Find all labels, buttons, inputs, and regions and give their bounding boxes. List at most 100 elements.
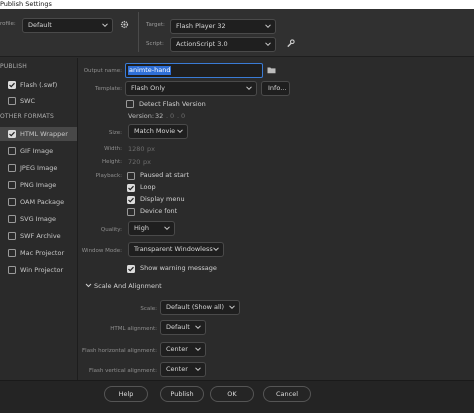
sidebar-item-mac-projector[interactable]: Mac Projector: [0, 246, 77, 260]
info-button[interactable]: Info...: [261, 81, 290, 96]
checkbox-checked[interactable]: [8, 81, 16, 89]
script-value: ActionScript 3.0: [176, 40, 228, 48]
quality-value: High: [134, 224, 149, 232]
chevron-down-icon: [102, 22, 108, 28]
window-title: Publish Settings: [0, 0, 474, 9]
flash-horizontal-alignment-value: Center: [166, 345, 188, 353]
sidebar-item-oam-package[interactable]: OAM Package: [0, 195, 77, 209]
size-dropdown[interactable]: Match Movie: [128, 124, 188, 139]
target-dropdown[interactable]: Flash Player 32: [170, 19, 276, 34]
playback-label: Playback:: [95, 173, 122, 179]
size-value: Match Movie: [134, 127, 176, 135]
format-sidebar: PUBLISH Flash (.swf) SWC OTHER FORMATS H…: [0, 58, 78, 380]
chevron-down-icon[interactable]: [85, 282, 92, 289]
cancel-button[interactable]: Cancel: [263, 386, 311, 402]
version-revision[interactable]: 0: [181, 112, 185, 120]
sidebar-item-jpeg-image[interactable]: JPEG Image: [0, 161, 77, 175]
scale-label: Scale:: [140, 306, 157, 312]
flash-vertical-alignment-dropdown[interactable]: Center: [160, 362, 206, 377]
html-alignment-value: Default: [166, 323, 190, 331]
sidebar-item-label: SVG Image: [20, 215, 57, 223]
window-mode-dropdown[interactable]: Transparent Windowless: [128, 242, 224, 257]
gear-icon[interactable]: [120, 20, 129, 29]
profile-label: rofile:: [0, 21, 16, 27]
sidebar-item-label: Win Projector: [20, 266, 64, 274]
checkbox-unchecked[interactable]: [8, 181, 16, 189]
height-label: Height:: [101, 159, 122, 165]
flash-vertical-alignment-value: Center: [166, 365, 188, 373]
html-alignment-dropdown[interactable]: Default: [160, 320, 206, 335]
sidebar-item-swc[interactable]: SWC: [0, 94, 77, 108]
chevron-down-icon: [177, 128, 183, 134]
chevron-down-icon: [195, 324, 201, 330]
sidebar-item-gif-image[interactable]: GIF Image: [0, 144, 77, 158]
checkbox-unchecked[interactable]: [8, 266, 16, 274]
flash-horizontal-alignment-dropdown[interactable]: Center: [160, 342, 206, 357]
ok-button[interactable]: OK: [210, 386, 254, 402]
chevron-down-icon: [265, 41, 271, 47]
detect-flash-checkbox[interactable]: [126, 100, 134, 108]
sidebar-item-html-wrapper[interactable]: HTML Wrapper: [0, 127, 77, 141]
window-mode-value: Transparent Windowless: [134, 245, 213, 253]
loop-label: Loop: [140, 183, 156, 191]
target-value: Flash Player 32: [176, 22, 226, 30]
display-menu-checkbox[interactable]: [127, 196, 135, 204]
version-minor[interactable]: 0: [170, 112, 174, 120]
output-name-label: Output name:: [83, 68, 122, 74]
paused-at-start-label: Paused at start: [140, 171, 190, 179]
output-name-input[interactable]: animte-hand: [125, 63, 263, 78]
dialog-button-bar: Help Publish OK Cancel: [0, 380, 474, 413]
checkbox-unchecked[interactable]: [8, 147, 16, 155]
script-label: Script:: [146, 41, 164, 47]
display-menu-label: Display menu: [140, 195, 185, 203]
version-major[interactable]: 32: [155, 112, 163, 120]
help-button[interactable]: Help: [104, 386, 148, 402]
checkbox-unchecked[interactable]: [8, 215, 16, 223]
sidebar-item-label: Flash (.swf): [20, 81, 58, 89]
chevron-down-icon: [164, 225, 170, 231]
device-font-label: Device font: [140, 207, 178, 215]
html-alignment-label: HTML alignment:: [110, 326, 157, 332]
loop-checkbox[interactable]: [127, 184, 135, 192]
wrench-icon[interactable]: [286, 39, 295, 48]
paused-at-start-checkbox[interactable]: [127, 172, 135, 180]
folder-icon[interactable]: [267, 66, 276, 74]
info-button-label: Info...: [268, 84, 287, 92]
sidebar-item-svg-image[interactable]: SVG Image: [0, 212, 77, 226]
script-dropdown[interactable]: ActionScript 3.0: [170, 37, 276, 52]
template-label: Template:: [95, 86, 122, 92]
scale-section-header[interactable]: Scale And Alignment: [94, 282, 162, 290]
show-warning-checkbox[interactable]: [127, 265, 135, 273]
chevron-down-icon: [195, 346, 201, 352]
width-value: 1280: [128, 145, 145, 153]
quality-dropdown[interactable]: High: [128, 221, 175, 236]
checkbox-unchecked[interactable]: [8, 164, 16, 172]
sidebar-item-flash-swf[interactable]: Flash (.swf): [0, 78, 77, 92]
profile-dropdown[interactable]: Default: [22, 18, 113, 33]
flash-horizontal-alignment-label: Flash horizontal alignment:: [82, 348, 157, 354]
checkbox-checked[interactable]: [8, 130, 16, 138]
chevron-down-icon: [229, 304, 235, 310]
sidebar-item-label: Mac Projector: [20, 249, 65, 257]
size-label: Size:: [108, 130, 122, 136]
sidebar-item-swf-archive[interactable]: SWF Archive: [0, 229, 77, 243]
height-value: 720: [128, 158, 141, 166]
detect-flash-label: Detect Flash Version: [139, 100, 206, 108]
html-wrapper-settings: Output name: animte-hand Template: Flash…: [79, 58, 474, 380]
width-label: Width:: [104, 146, 122, 152]
sidebar-item-win-projector[interactable]: Win Projector: [0, 263, 77, 277]
device-font-checkbox[interactable]: [127, 208, 135, 216]
publish-button[interactable]: Publish: [160, 386, 204, 402]
checkbox-unchecked[interactable]: [8, 232, 16, 240]
template-dropdown[interactable]: Flash Only: [125, 81, 257, 96]
other-formats-heading: OTHER FORMATS: [0, 113, 54, 120]
chevron-down-icon: [213, 246, 219, 252]
checkbox-unchecked[interactable]: [8, 97, 16, 105]
flash-vertical-alignment-label: Flash vertical alignment:: [88, 368, 157, 374]
checkbox-unchecked[interactable]: [8, 198, 16, 206]
chevron-down-icon: [265, 23, 271, 29]
checkbox-unchecked[interactable]: [8, 249, 16, 257]
chevron-down-icon: [195, 366, 201, 372]
sidebar-item-png-image[interactable]: PNG Image: [0, 178, 77, 192]
scale-dropdown[interactable]: Default (Show all): [160, 300, 240, 315]
